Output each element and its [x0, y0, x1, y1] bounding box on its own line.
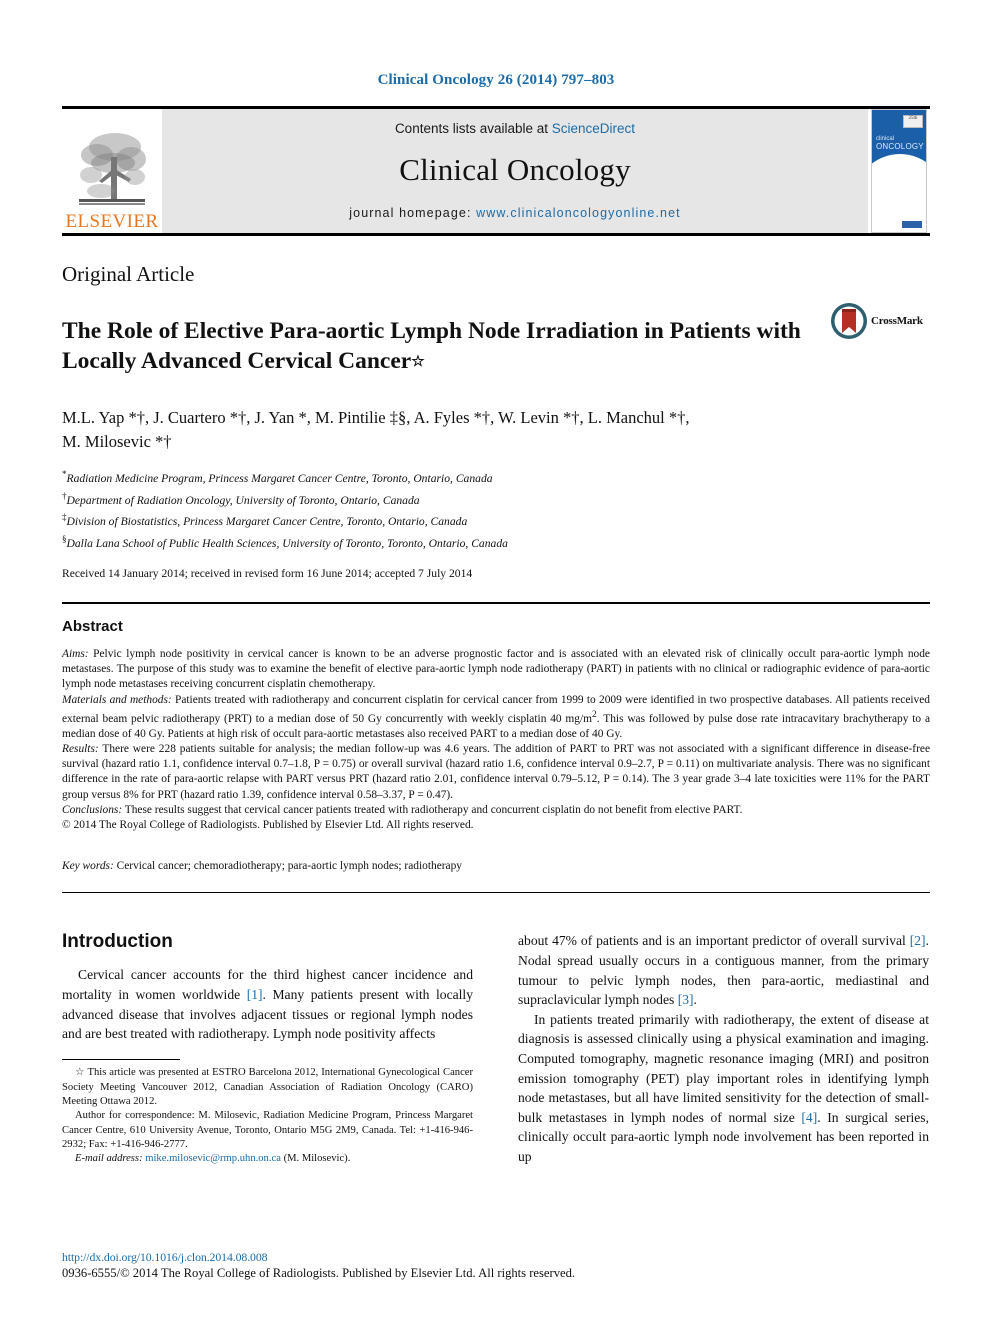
contents-available-line: Contents lists available at ScienceDirec…: [395, 121, 635, 136]
affiliation-item: ‡Division of Biostatistics, Princess Mar…: [62, 509, 930, 530]
title-row: The Role of Elective Para-aortic Lymph N…: [62, 300, 930, 392]
author-line-1: M.L. Yap *†, J. Cuartero *†, J. Yan *, M…: [62, 408, 690, 428]
email-link[interactable]: mike.milosevic@rmp.uhn.on.ca: [145, 1153, 281, 1164]
citation-2[interactable]: [2]: [910, 933, 926, 948]
footnote-presentation: ☆ This article was presented at ESTRO Ba…: [62, 1066, 473, 1109]
footnote-email: E-mail address: mike.milosevic@rmp.uhn.o…: [62, 1152, 473, 1166]
journal-cover-thumbnail: clinical ONCOLOGY 25th: [871, 109, 927, 233]
keywords-text: Cervical cancer; chemoradiotherapy; para…: [113, 860, 462, 873]
introduction-paragraph-1-cont: about 47% of patients and is an importan…: [518, 931, 929, 1009]
homepage-link[interactable]: www.clinicaloncologyonline.net: [476, 206, 681, 220]
title-text: The Role of Elective Para-aortic Lymph N…: [62, 317, 801, 374]
affiliation-item: †Department of Radiation Oncology, Unive…: [62, 488, 930, 509]
abstract-top-rule: [62, 601, 930, 604]
author-line-2: M. Milosevic *†: [62, 432, 172, 452]
affiliation-text: Dalla Lana School of Public Health Scien…: [66, 536, 508, 550]
footnote-correspondence: Author for correspondence: M. Milosevic,…: [62, 1110, 473, 1150]
intro-p1-right-a: about 47% of patients and is an importan…: [518, 933, 910, 949]
journal-homepage-line: journal homepage: www.clinicaloncologyon…: [349, 206, 680, 220]
affiliation-item: *Radiation Medicine Program, Princess Ma…: [62, 466, 930, 487]
affiliation-list: *Radiation Medicine Program, Princess Ma…: [62, 466, 930, 551]
footnote-rule: [62, 1059, 180, 1061]
cover-title-line2: ONCOLOGY: [876, 142, 924, 151]
elsevier-tree-icon: [79, 133, 146, 205]
masthead-center: Contents lists available at ScienceDirec…: [162, 109, 868, 233]
right-column: about 47% of patients and is an importan…: [518, 931, 929, 1166]
contents-prefix: Contents lists available at: [394, 120, 552, 136]
abstract-copyright: © 2014 The Royal College of Radiologists…: [62, 818, 474, 831]
abstract-methods: Materials and methods: Patients treated …: [62, 693, 930, 742]
footnote-star-marker: ☆: [75, 1067, 85, 1079]
abstract-bottom-rule: [62, 892, 930, 894]
page-title: The Role of Elective Para-aortic Lymph N…: [62, 316, 822, 377]
page-footer: http://dx.doi.org/10.1016/j.clon.2014.08…: [62, 1250, 930, 1281]
abstract-methods-label: Materials and methods:: [62, 693, 172, 706]
citation-3[interactable]: [3]: [678, 992, 694, 1007]
cover-anniversary-badge: 25th: [903, 115, 923, 128]
abstract-body: Aims: Pelvic lymph node positivity in ce…: [62, 647, 930, 833]
crossmark-icon: [831, 303, 867, 339]
footer-copyright: 0936-6555/© 2014 The Royal College of Ra…: [62, 1266, 576, 1280]
author-list: M.L. Yap *†, J. Cuartero *†, J. Yan *, M…: [62, 406, 892, 454]
journal-cover-cell: clinical ONCOLOGY 25th: [868, 109, 930, 233]
affiliation-text: Division of Biostatistics, Princess Marg…: [66, 515, 468, 529]
article-type: Original Article: [62, 262, 195, 286]
abstract-results-text: There were 228 patients suitable for ana…: [62, 742, 930, 801]
intro-p2-a: In patients treated primarily with radio…: [518, 1011, 929, 1125]
body-columns: Introduction Cervical cancer accounts fo…: [62, 931, 930, 1166]
running-head: Clinical Oncology 26 (2014) 797–803: [377, 72, 615, 88]
abstract-results: Results: There were 228 patients suitabl…: [62, 742, 930, 803]
abstract-aims-text: Pelvic lymph node positivity in cervical…: [62, 647, 930, 691]
journal-article-page: Clinical Oncology 26 (2014) 797–803 ELSE…: [0, 0, 992, 1323]
footnote-block: ☆ This article was presented at ESTRO Ba…: [62, 1059, 473, 1166]
abstract-aims-label: Aims:: [62, 647, 89, 660]
crossmark-badge[interactable]: CrossMark: [830, 302, 923, 340]
cover-footer-mark: [902, 221, 922, 228]
sciencedirect-link[interactable]: ScienceDirect: [552, 121, 635, 136]
footnote-star-text: This article was presented at ESTRO Barc…: [62, 1067, 473, 1107]
crossmark-label: CrossMark: [871, 315, 923, 327]
email-label: E-mail address:: [75, 1153, 143, 1165]
affiliation-text: Department of Radiation Oncology, Univer…: [66, 493, 420, 507]
introduction-paragraph-1: Cervical cancer accounts for the third h…: [62, 965, 473, 1043]
elsevier-wordmark: ELSEVIER: [65, 211, 159, 232]
cover-title-text: clinical ONCOLOGY: [876, 136, 924, 151]
citation-4[interactable]: [4]: [801, 1110, 817, 1125]
email-suffix: (M. Milosevic).: [280, 1153, 351, 1165]
abstract-aims: Aims: Pelvic lymph node positivity in ce…: [62, 647, 930, 693]
introduction-paragraph-2: In patients treated primarily with radio…: [518, 1010, 929, 1167]
abstract-results-label: Results:: [62, 742, 99, 755]
elsevier-logo: ELSEVIER: [62, 109, 162, 233]
title-footnote-marker: ☆: [411, 353, 425, 370]
abstract-conclusions-text: These results suggest that cervical canc…: [122, 803, 743, 816]
affiliation-item: §Dalla Lana School of Public Health Scie…: [62, 531, 930, 552]
affiliation-text: Radiation Medicine Program, Princess Mar…: [66, 472, 493, 486]
citation-1[interactable]: [1]: [247, 987, 263, 1002]
abstract-conclusions: Conclusions: These results suggest that …: [62, 803, 930, 818]
intro-p1-right-c: .: [693, 992, 697, 1008]
section-heading-introduction: Introduction: [62, 931, 173, 953]
keywords-label: Key words:: [62, 860, 114, 873]
abstract-heading: Abstract: [62, 617, 123, 635]
homepage-prefix: journal homepage:: [349, 205, 477, 220]
journal-masthead: ELSEVIER Contents lists available at Sci…: [62, 106, 930, 236]
doi-link[interactable]: http://dx.doi.org/10.1016/j.clon.2014.08…: [62, 1250, 930, 1265]
journal-title: Clinical Oncology: [399, 151, 631, 187]
article-history: Received 14 January 2014; received in re…: [62, 566, 473, 580]
keywords: Key words: Cervical cancer; chemoradioth…: [62, 859, 930, 874]
left-column: Introduction Cervical cancer accounts fo…: [62, 931, 473, 1166]
abstract-conclusions-label: Conclusions:: [62, 803, 123, 816]
